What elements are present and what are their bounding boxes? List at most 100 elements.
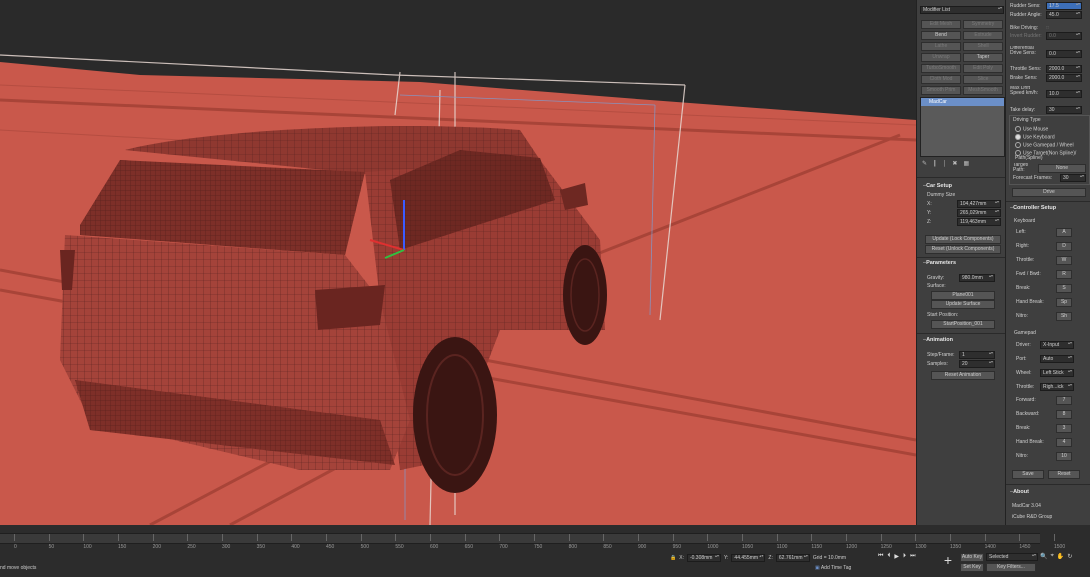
rudder-angle-input[interactable]: 45.0 (1046, 11, 1082, 19)
modifier-button-edit-poly[interactable]: Edit Poly (963, 64, 1003, 73)
key-filters-button[interactable]: Key Filters... (986, 563, 1036, 572)
section-about[interactable]: About (1010, 489, 1029, 495)
modifier-button-cloth[interactable]: Cloth Mod (921, 75, 961, 84)
rudder-angle-label: Rudder Angle: (1010, 12, 1042, 18)
section-animation[interactable]: Animation (923, 337, 953, 343)
pad-binding-button-2[interactable]: 3 (1056, 424, 1072, 433)
modifier-button-unwrap[interactable]: Unwrap (921, 53, 961, 62)
modifier-button-edit-mesh[interactable]: Edit Mesh (921, 20, 961, 29)
modifier-button-extrude[interactable]: Extrude (963, 31, 1003, 40)
invert-rudder-input[interactable]: 0.0 (1046, 32, 1082, 40)
pad-binding-button-3[interactable]: 4 (1056, 438, 1072, 447)
driving-option-gamepad[interactable]: Use Gamepad / Wheel (1015, 142, 1074, 148)
dummy-x-input[interactable]: 104,427mm (957, 200, 1001, 208)
section-car-setup[interactable]: Car Setup (923, 183, 952, 189)
time-slider-track[interactable] (0, 533, 1040, 544)
modifier-button-bend[interactable]: Bend (921, 31, 961, 40)
port-select[interactable]: Auto (1040, 355, 1074, 363)
pad-binding-button-1[interactable]: 8 (1056, 410, 1072, 419)
timeline-tick-label: 1450 (1019, 544, 1031, 550)
section-controller-setup[interactable]: Controller Setup (1010, 205, 1056, 211)
modifier-button-shell[interactable]: Shell (963, 42, 1003, 51)
configure-sets-icon[interactable]: ▦ (963, 160, 969, 167)
modifier-button-turbosmooth[interactable]: TurboSmooth (921, 64, 961, 73)
y-coordinate-input[interactable]: 44.455mm (731, 554, 766, 562)
timeline-tick-mark (603, 534, 605, 541)
step-frame-input[interactable]: 1 (959, 351, 995, 359)
key-binding-button-1[interactable]: D (1056, 242, 1072, 251)
auto-key-button[interactable]: Auto Key (960, 553, 984, 562)
gamepad-throttle-select[interactable]: Righ...ick (1040, 383, 1074, 391)
remove-modifier-icon[interactable]: ✖ (952, 160, 957, 167)
key-binding-button-2[interactable]: W (1056, 256, 1072, 265)
modifier-button-meshsmooth[interactable]: MeshSmooth (963, 86, 1003, 95)
zoom-icon[interactable]: 🔍 (1040, 553, 1047, 560)
pad-binding-button-4[interactable]: 10 (1056, 452, 1072, 461)
driving-option-mouse[interactable]: Use Mouse (1015, 126, 1048, 132)
make-unique-icon[interactable]: │ (943, 161, 947, 167)
x-coordinate-input[interactable]: -0.308mm (686, 554, 721, 562)
target-path-picker-button[interactable]: None (1038, 164, 1086, 173)
start-position-picker-button[interactable]: StartPosition_001 (931, 320, 995, 329)
reset-unlock-components-button[interactable]: Reset (Unlock Components) (925, 245, 1001, 254)
update-surface-button[interactable]: Update Surface (931, 300, 995, 309)
driver-select[interactable]: X-Input (1040, 341, 1074, 349)
key-binding-button-4[interactable]: S (1056, 284, 1072, 293)
zoom-all-icon[interactable]: ⌖ (1050, 553, 1053, 560)
pad-binding-button-0[interactable]: 7 (1056, 396, 1072, 405)
z-coordinate-input[interactable]: 62.761mm (775, 554, 810, 562)
viewport-scene (0, 0, 916, 525)
orbit-icon[interactable]: ↻ (1067, 553, 1072, 560)
timeline-tick-label: 550 (395, 544, 404, 550)
dummy-y-input[interactable]: 265,029mm (957, 209, 1001, 217)
set-key-button[interactable]: Set Key (960, 563, 984, 572)
pin-stack-icon[interactable]: ✎ (922, 160, 927, 167)
modifier-list-dropdown[interactable]: Modifier List (920, 6, 1004, 14)
key-mode-plus-icon[interactable]: + (940, 553, 956, 567)
key-binding-button-3[interactable]: R (1056, 270, 1072, 279)
modifier-button-taper[interactable]: Taper (963, 53, 1003, 62)
gravity-input[interactable]: 980.0mm (959, 274, 995, 282)
section-parameters[interactable]: Parameters (923, 260, 956, 266)
reset-animation-button[interactable]: Reset Animation (931, 371, 995, 380)
goto-end-icon[interactable]: ⏭ (910, 553, 915, 560)
drive-button[interactable]: Drive (1012, 188, 1086, 197)
3d-viewport[interactable] (0, 0, 916, 525)
show-end-result-icon[interactable]: ┃ (933, 160, 937, 167)
modifier-button-smooth-prim[interactable]: Smooth Prim (921, 86, 961, 95)
add-time-tag[interactable]: ▣ Add Time Tag (815, 565, 851, 571)
wheel-select[interactable]: Left Stick (1040, 369, 1074, 377)
rudder-sens-input[interactable]: 17.5 (1046, 2, 1082, 10)
brake-sens-input[interactable]: 2000.0 (1046, 74, 1082, 82)
driving-option-target[interactable]: Use Target(Non Spline)/ Path(Spline) (1015, 150, 1089, 161)
prev-frame-icon[interactable]: ⏴ (887, 553, 890, 560)
key-binding-button-5[interactable]: Sp (1056, 298, 1072, 307)
differential-drive-input[interactable]: 0.0 (1046, 50, 1082, 58)
max-drift-input[interactable]: 10.0 (1046, 90, 1082, 98)
controller-save-button[interactable]: Save (1012, 470, 1044, 479)
throttle-sens-input[interactable]: 2000.0 (1046, 65, 1082, 73)
surface-picker-button[interactable]: Plane001 (931, 291, 995, 300)
key-filter-select[interactable]: Selected (986, 553, 1038, 561)
next-frame-icon[interactable]: ⏵ (903, 553, 906, 560)
driving-option-keyboard[interactable]: Use Keyboard (1015, 134, 1055, 140)
key-binding-button-6[interactable]: Sh (1056, 312, 1072, 321)
key-binding-button-0[interactable]: A (1056, 228, 1072, 237)
take-delay-input[interactable]: 30 (1046, 106, 1082, 114)
update-lock-components-button[interactable]: Update (Lock Components) (925, 235, 1001, 244)
forecast-frames-input[interactable]: 30 (1060, 174, 1086, 182)
timeline-tick-label: 1500 (1054, 544, 1066, 550)
play-icon[interactable]: ▶ (894, 553, 899, 560)
modifier-stack[interactable]: MadCar (920, 97, 1005, 157)
goto-start-icon[interactable]: ⏮ (878, 553, 883, 560)
modifier-button-symmetry[interactable]: Symmetry (963, 20, 1003, 29)
modifier-button-slice[interactable]: Slice (963, 75, 1003, 84)
bike-driving-checkbox[interactable]: □ (1046, 25, 1049, 31)
pan-icon[interactable]: ✋ (1057, 553, 1064, 560)
samples-input[interactable]: 20 (959, 360, 995, 368)
dummy-z-input[interactable]: 119,463mm (957, 218, 1001, 226)
lock-selection-icon[interactable]: 🔒 (670, 555, 676, 561)
controller-reset-button[interactable]: Reset (1048, 470, 1080, 479)
stack-item-madcar[interactable]: MadCar (921, 98, 1004, 106)
modifier-button-lathe[interactable]: Lathe (921, 42, 961, 51)
